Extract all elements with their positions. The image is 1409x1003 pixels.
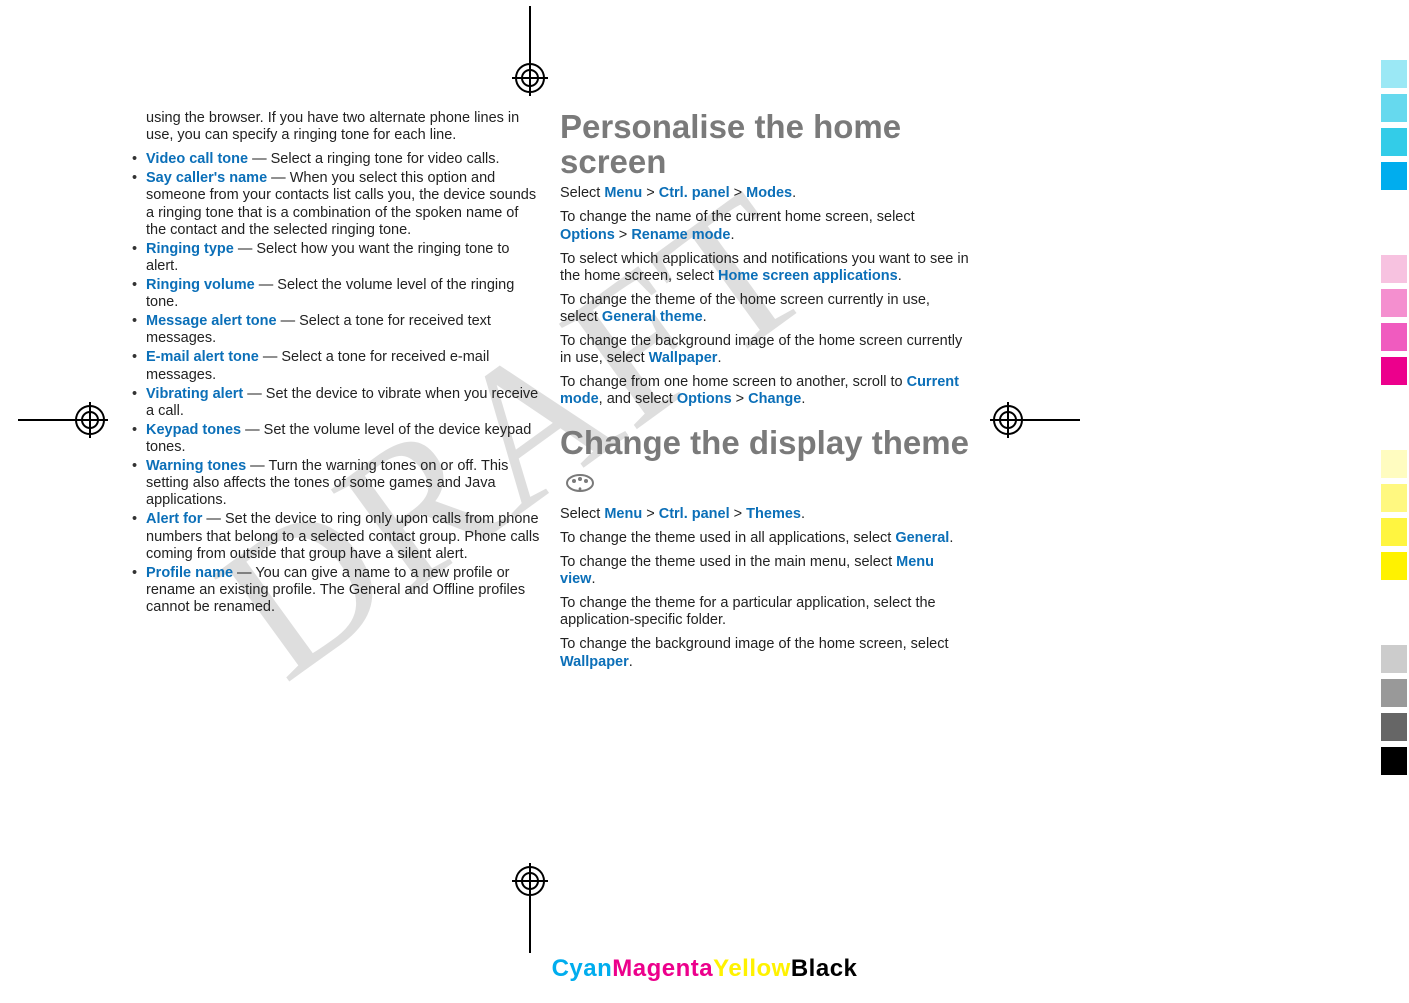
color-swatch — [1381, 450, 1407, 478]
setting-term: Vibrating alert — [146, 386, 243, 402]
setting-term: Profile name — [146, 565, 233, 581]
registration-mark-bottom — [500, 863, 560, 953]
color-swatch — [1381, 552, 1407, 580]
setting-desc: — Select a ringing tone for video calls. — [248, 151, 499, 167]
setting-item: Video call tone — Select a ringing tone … — [130, 151, 540, 168]
cmyk-label: CyanMagentaYellowBlack — [552, 955, 858, 983]
para-select-modes: Select Menu > Ctrl. panel > Modes. — [560, 185, 970, 202]
para-menuview: To change the theme used in the main men… — [560, 554, 970, 588]
setting-item: Profile name — You can give a name to a … — [130, 565, 540, 616]
right-column: Personalise the home screen Select Menu … — [560, 110, 970, 678]
para-general-theme: To change the theme of the home screen c… — [560, 292, 970, 326]
color-swatch — [1381, 94, 1407, 122]
para-theme-general: To change the theme used in all applicat… — [560, 530, 970, 547]
color-swatch — [1381, 679, 1407, 707]
color-calibration-bar — [1381, 60, 1409, 943]
color-swatch — [1381, 323, 1407, 351]
para-change-home: To change from one home screen to anothe… — [560, 374, 970, 408]
registration-mark-left — [18, 390, 108, 450]
para-app-folder: To change the theme for a particular app… — [560, 595, 970, 629]
setting-item: Keypad tones — Set the volume level of t… — [130, 422, 540, 456]
para-wallpaper: To change the background image of the ho… — [560, 333, 970, 367]
color-swatch — [1381, 128, 1407, 156]
para-rename-mode: To change the name of the current home s… — [560, 209, 970, 243]
color-swatch — [1381, 60, 1407, 88]
para-wallpaper-2: To change the background image of the ho… — [560, 636, 970, 670]
para-select-themes: Select Menu > Ctrl. panel > Themes. — [560, 506, 970, 523]
page-content: using the browser. If you have two alter… — [130, 110, 970, 678]
registration-mark-top — [500, 6, 560, 96]
setting-term: Keypad tones — [146, 422, 241, 438]
color-swatch — [1381, 747, 1407, 775]
settings-list: Video call tone — Select a ringing tone … — [130, 151, 540, 616]
color-swatch — [1381, 289, 1407, 317]
setting-item: Ringing type — Select how you want the r… — [130, 241, 540, 275]
setting-term: Say caller's name — [146, 170, 267, 186]
registration-mark-right — [990, 390, 1080, 450]
setting-item: Warning tones — Turn the warning tones o… — [130, 458, 540, 509]
setting-desc: — Set the device to ring only upon calls… — [146, 511, 539, 561]
heading-change-theme: Change the display theme — [560, 426, 970, 499]
heading-personalise: Personalise the home screen — [560, 110, 970, 179]
color-swatch — [1381, 645, 1407, 673]
setting-term: E-mail alert tone — [146, 349, 259, 365]
intro-text: using the browser. If you have two alter… — [130, 110, 540, 144]
setting-term: Message alert tone — [146, 313, 277, 329]
setting-item: Say caller's name — When you select this… — [130, 170, 540, 238]
color-swatch — [1381, 713, 1407, 741]
color-swatch — [1381, 357, 1407, 385]
setting-term: Ringing volume — [146, 277, 255, 293]
setting-term: Warning tones — [146, 458, 246, 474]
setting-term: Ringing type — [146, 241, 234, 257]
theme-icon — [564, 465, 596, 500]
color-swatch — [1381, 162, 1407, 190]
para-home-apps: To select which applications and notific… — [560, 251, 970, 285]
setting-item: Vibrating alert — Set the device to vibr… — [130, 386, 540, 420]
color-swatch — [1381, 484, 1407, 512]
setting-term: Alert for — [146, 511, 202, 527]
color-swatch — [1381, 518, 1407, 546]
setting-term: Video call tone — [146, 151, 248, 167]
left-column: using the browser. If you have two alter… — [130, 110, 540, 678]
color-swatch — [1381, 255, 1407, 283]
setting-item: Message alert tone — Select a tone for r… — [130, 313, 540, 347]
setting-item: Ringing volume — Select the volume level… — [130, 277, 540, 311]
setting-item: E-mail alert tone — Select a tone for re… — [130, 349, 540, 383]
setting-item: Alert for — Set the device to ring only … — [130, 511, 540, 562]
